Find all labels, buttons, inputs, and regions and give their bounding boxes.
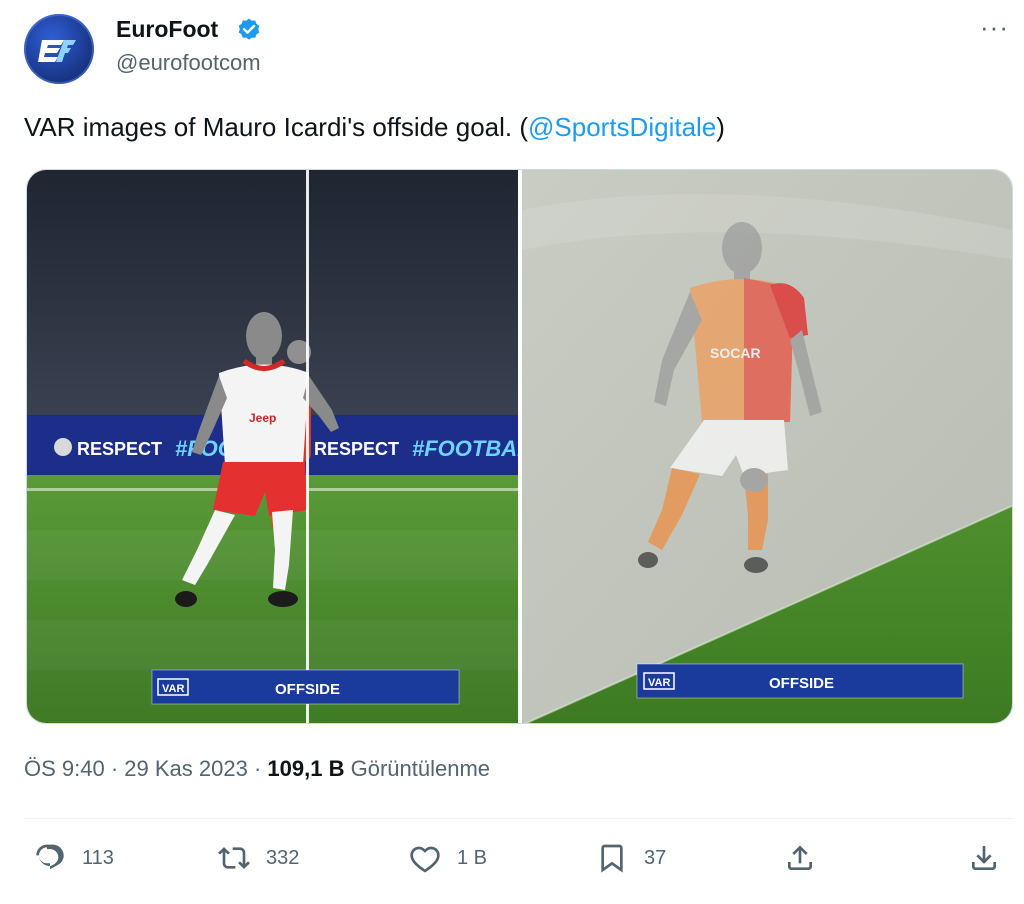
ad-board-football-2-a: #FOOTB (412, 436, 501, 461)
author-name[interactable]: EuroFoot (116, 16, 218, 43)
download-icon (972, 846, 996, 870)
like-button[interactable]: 1 B (409, 838, 487, 878)
tweet-media[interactable]: RESPECT #FOOTB RESPECT #FOOTBALL Jeep (26, 169, 1013, 724)
tweet-text-end: ) (716, 112, 725, 142)
meta-separator-2: · (253, 756, 262, 781)
retweet-icon (218, 847, 250, 869)
tweet-text-body: VAR images of Mauro Icardi's offside goa… (24, 112, 529, 142)
tweet-meta: ÖS 9:40 · 29 Kas 2023 · 109,1 B Görüntül… (24, 756, 490, 782)
tweet-date[interactable]: 29 Kas 2023 (124, 756, 248, 781)
divider (24, 818, 1014, 819)
like-count: 1 B (457, 846, 488, 869)
offside-label-left: OFFSIDE (275, 681, 340, 698)
verified-badge-icon (238, 18, 260, 40)
media-image-right[interactable]: SOCAR VAR OFFSIDE (522, 170, 1012, 723)
reply-icon (36, 844, 64, 870)
ad-board-respect-1: RESPECT (77, 439, 162, 459)
mention-link[interactable]: @SportsDigitale (528, 112, 716, 142)
share-button[interactable] (784, 838, 816, 878)
var-tag-right: VAR (648, 677, 670, 689)
author-handle[interactable]: @eurofootcom (116, 50, 261, 76)
jersey-text-left: Jeep (249, 411, 276, 425)
media-image-left[interactable]: RESPECT #FOOTB RESPECT #FOOTBALL Jeep (27, 170, 518, 723)
offside-label-right: OFFSIDE (769, 675, 834, 692)
jersey-text-right: SOCAR (710, 345, 761, 361)
tweet-time[interactable]: ÖS 9:40 (24, 756, 105, 781)
more-icon[interactable]: ··· (980, 14, 1009, 40)
view-count[interactable]: 109,1 B (267, 756, 344, 781)
bookmark-button[interactable]: 37 (596, 838, 666, 878)
like-icon (410, 846, 440, 873)
tweet-text: VAR images of Mauro Icardi's offside goa… (24, 112, 725, 143)
bookmark-icon (601, 844, 623, 873)
retweet-button[interactable]: 332 (218, 838, 299, 878)
retweet-count: 332 (266, 846, 300, 869)
avatar[interactable] (24, 14, 94, 84)
ad-board-football-2: #FOOTBALL (412, 436, 518, 461)
bookmark-count: 37 (644, 846, 667, 869)
views-label: Görüntülenme (350, 756, 491, 781)
ad-board-respect-2: RESPECT (314, 439, 399, 459)
var-tag-left: VAR (162, 683, 184, 695)
meta-separator: · (110, 756, 119, 781)
reply-count: 113 (82, 846, 114, 869)
ad-board-football-2-b: ALL (500, 436, 518, 461)
share-icon (788, 845, 812, 870)
reply-button[interactable]: 113 (34, 838, 114, 878)
download-button[interactable] (968, 838, 1000, 878)
